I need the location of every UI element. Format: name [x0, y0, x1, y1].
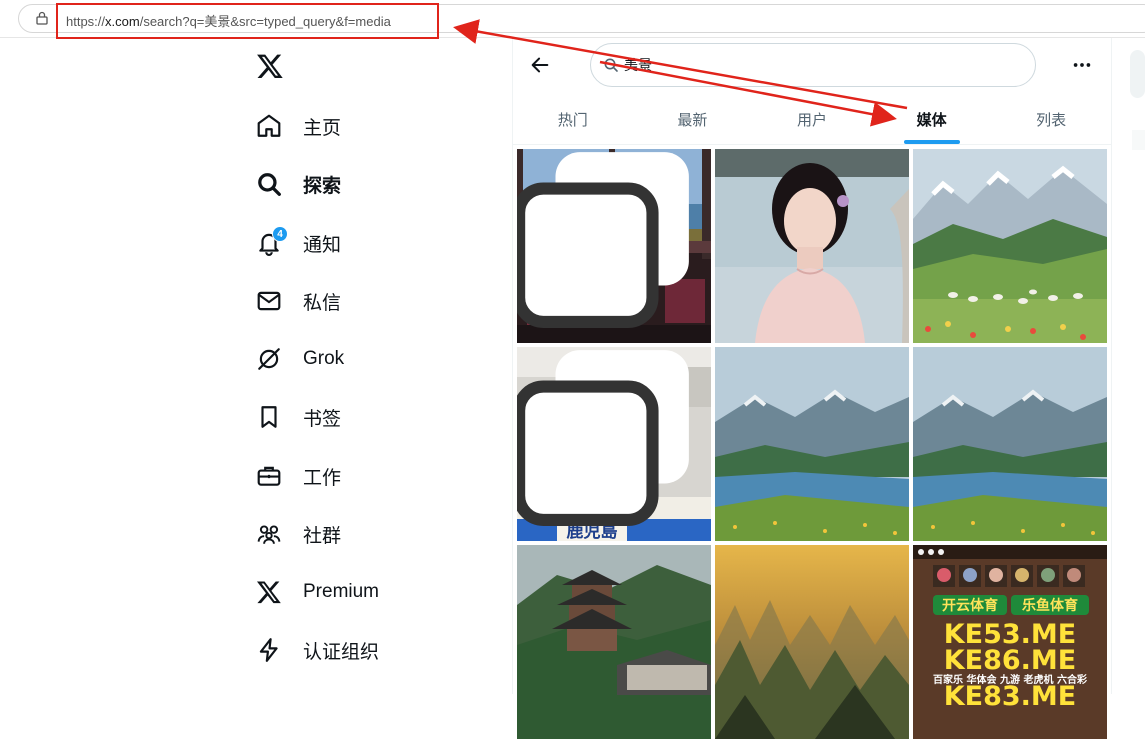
mail-icon [252, 284, 286, 318]
right-sidebar-edge [1130, 40, 1145, 694]
promo-badge-1: 开云体育 [942, 597, 998, 614]
media-image [913, 149, 1107, 343]
sidebar-item-label: Premium [303, 581, 380, 602]
media-tile[interactable] [715, 545, 909, 739]
tab-label: 热门 [557, 111, 588, 129]
sidebar-item-label: 通知 [303, 234, 342, 256]
active-tab-indicator [903, 140, 960, 144]
media-image [715, 149, 909, 343]
sidebar-item-label: 私信 [303, 292, 342, 314]
media-tile[interactable] [517, 545, 711, 739]
lightning-icon [252, 633, 286, 667]
search-icon [252, 167, 286, 201]
sidebar-item-jobs[interactable]: 工作 [252, 456, 482, 496]
home-icon [252, 109, 286, 143]
tab-lists[interactable]: 列表 [991, 94, 1111, 144]
media-image: 开云体育 乐鱼体育 KE53.ME KE86.ME 百家乐 华体会 九游 老虎机… [913, 545, 1107, 739]
sidebar-item-grok[interactable]: Grok [252, 339, 482, 379]
sidebar-item-communities[interactable]: 社群 [252, 514, 482, 554]
media-image [715, 545, 909, 739]
multiple-images-icon [517, 152, 689, 328]
main-column: 热门 最新 用户 媒体 列表 [512, 38, 1112, 739]
tab-media[interactable]: 媒体 [872, 94, 992, 144]
sidebar-item-label: 工作 [303, 467, 342, 489]
sidebar-item-label: 认证组织 [303, 641, 380, 663]
lock-icon[interactable] [36, 11, 48, 25]
tab-latest[interactable]: 最新 [633, 94, 753, 144]
back-arrow-icon[interactable] [529, 54, 551, 76]
multiple-images-icon [517, 350, 689, 526]
sidebar-nav: 主页 探索 4 通知 私信 Grok 书签 工作 社群 Premium 认证组织 [252, 40, 502, 694]
search-box[interactable] [590, 43, 1036, 87]
sidebar-item-premium[interactable]: Premium [252, 572, 482, 612]
promo-badge-2: 乐鱼体育 [1022, 597, 1078, 614]
tab-top[interactable]: 热门 [513, 94, 633, 144]
briefcase-icon [252, 459, 286, 493]
media-tile[interactable] [913, 347, 1107, 541]
media-tile[interactable] [715, 347, 909, 541]
media-tile[interactable] [517, 149, 711, 343]
annotation-url-highlight [56, 3, 439, 39]
tab-people[interactable]: 用户 [752, 94, 872, 144]
sidebar-item-home[interactable]: 主页 [252, 106, 482, 146]
notification-badge: 4 [272, 226, 288, 242]
tab-label: 最新 [677, 111, 708, 129]
bookmark-icon [252, 400, 286, 434]
media-image [913, 347, 1107, 541]
x-logo-icon [252, 575, 286, 609]
tab-label: 媒体 [916, 111, 947, 129]
sidebar-item-label: 主页 [303, 117, 342, 139]
promo-line-2: KE86.ME [944, 645, 1077, 676]
communities-icon [252, 517, 286, 551]
grok-icon [252, 342, 286, 376]
sidebar-item-bookmarks[interactable]: 书签 [252, 397, 482, 437]
bell-icon: 4 [252, 226, 288, 260]
right-sidebar-edge-graphic [1130, 50, 1145, 150]
tab-label: 用户 [796, 111, 827, 129]
browser-address-bar: https://x.com/search?q=美景&src=typed_quer… [0, 0, 1145, 39]
media-tile[interactable] [913, 149, 1107, 343]
media-tile[interactable] [715, 149, 909, 343]
media-tile[interactable]: 开云体育 乐鱼体育 KE53.ME KE86.ME 百家乐 华体会 九游 老虎机… [913, 545, 1107, 739]
search-icon [604, 58, 618, 72]
sidebar-item-notifications[interactable]: 4 通知 [252, 223, 482, 263]
sidebar-item-label: 探索 [303, 175, 342, 197]
media-image [517, 545, 711, 739]
more-options-icon[interactable] [1071, 54, 1093, 76]
sidebar-item-label: Grok [303, 348, 345, 369]
media-image [715, 347, 909, 541]
search-input[interactable] [624, 55, 1014, 75]
sidebar-item-messages[interactable]: 私信 [252, 281, 482, 321]
tab-label: 列表 [1036, 111, 1067, 129]
sidebar-item-verified-orgs[interactable]: 认证组织 [252, 630, 482, 670]
sidebar-item-label: 书签 [303, 408, 342, 430]
x-logo-icon[interactable] [256, 52, 284, 80]
media-tile[interactable]: 鹿児島 [517, 347, 711, 541]
sidebar-item-explore[interactable]: 探索 [252, 164, 482, 204]
promo-line-3: KE83.ME [944, 681, 1077, 712]
search-tabs: 热门 最新 用户 媒体 列表 [513, 94, 1111, 145]
sidebar-item-label: 社群 [303, 525, 342, 547]
